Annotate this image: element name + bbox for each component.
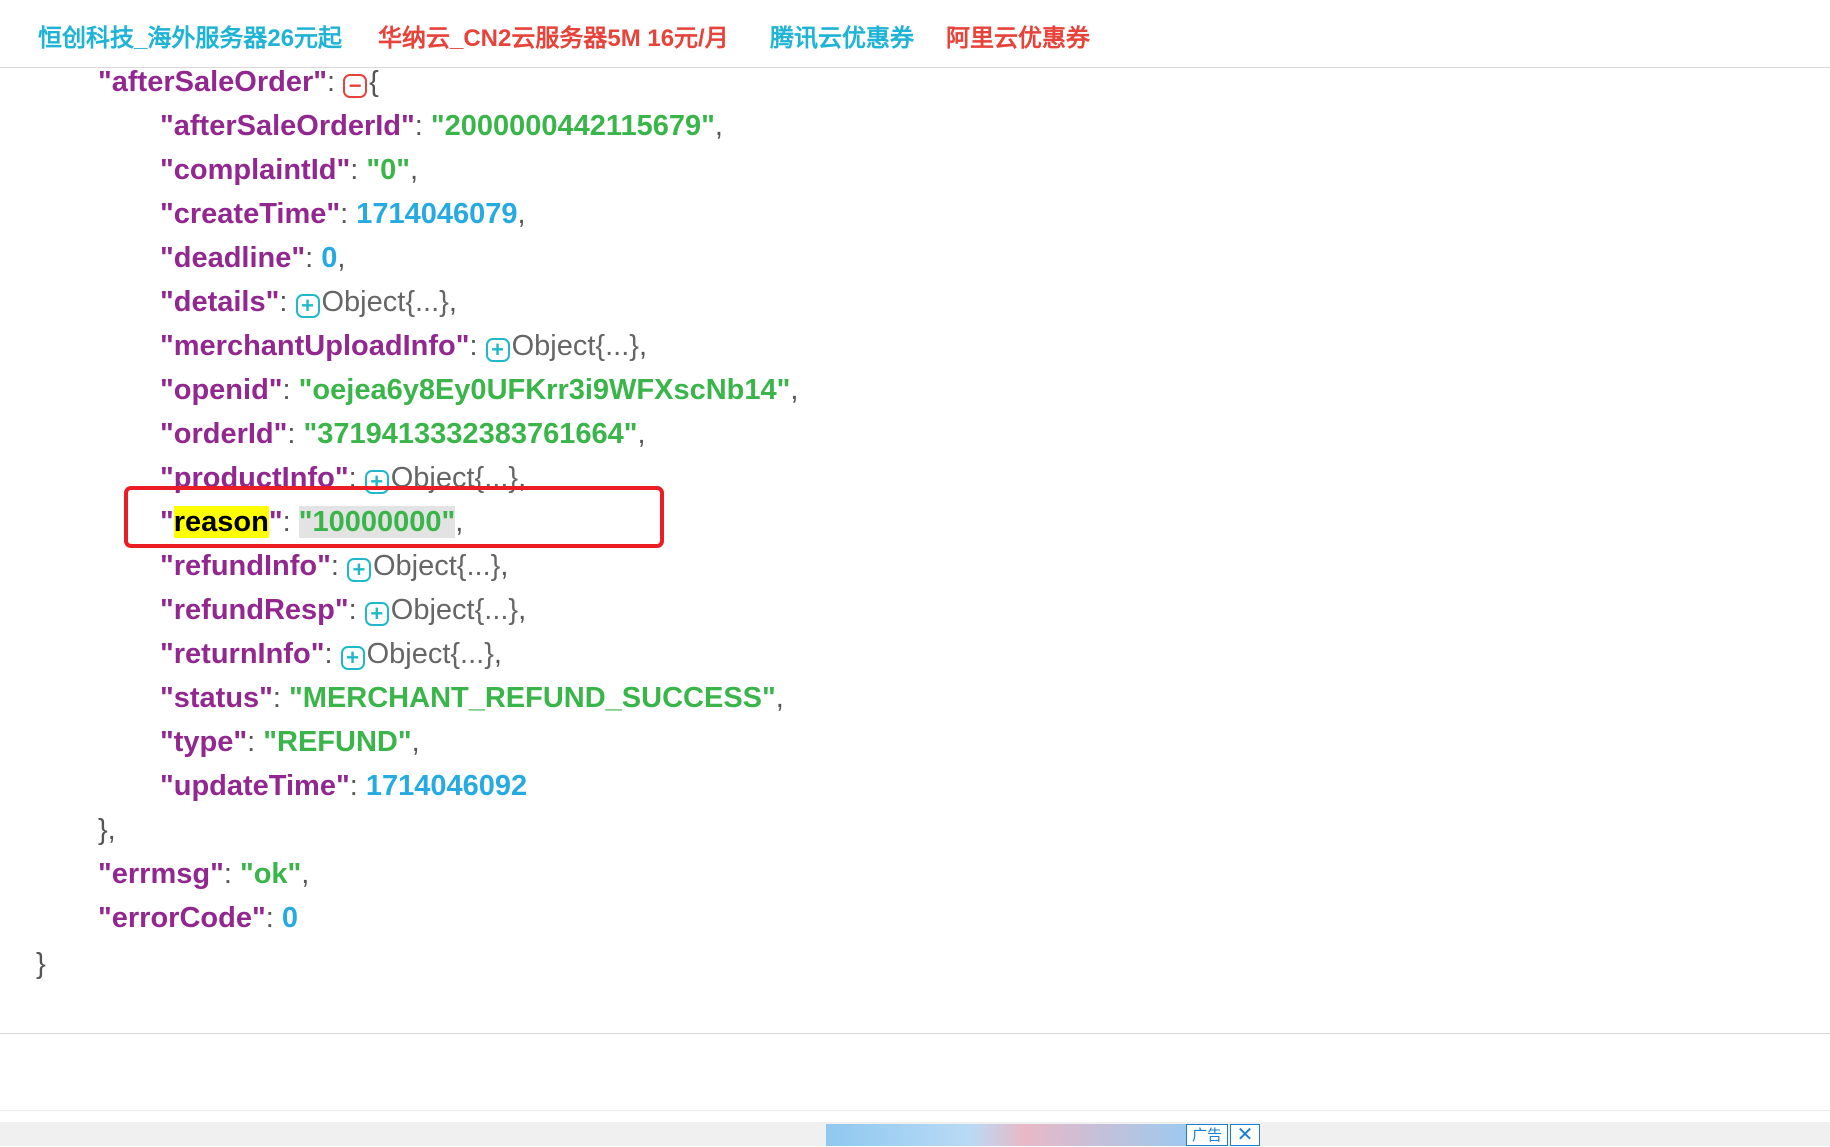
json-line-openid: "openid": "oejea6y8Ey0UFKrr3i9WFXscNb14"… — [160, 374, 799, 406]
json-value: 3719413332383761664 — [317, 418, 624, 450]
json-key: refundResp — [173, 594, 335, 626]
json-line-complaintid: "complaintId": "0", — [160, 154, 419, 186]
json-key: orderId — [173, 418, 274, 450]
json-key: details — [173, 286, 266, 318]
json-collapsed-object[interactable]: Object{...} — [367, 638, 494, 670]
json-line-orderid: "orderId": "3719413332383761664", — [160, 418, 646, 450]
expand-plus-icon[interactable]: + — [485, 338, 510, 362]
expand-plus-icon[interactable]: + — [346, 558, 371, 582]
top-link-tencent-cloud[interactable]: 腾讯云优惠券 — [770, 18, 914, 53]
json-key: openid — [173, 374, 269, 406]
json-line-refundinfo: "refundInfo": + Object{...}, — [160, 550, 509, 582]
json-key: updateTime — [173, 770, 336, 802]
json-collapsed-object[interactable]: Object{...} — [373, 550, 500, 582]
json-value: MERCHANT_REFUND_SUCCESS — [302, 682, 763, 714]
json-line-aftersaleorderid: "afterSaleOrderId": "2000000442115679", — [160, 110, 723, 142]
json-line-merchantuploadinfo: "merchantUploadInfo": + Object{...}, — [160, 330, 648, 362]
expand-plus-icon[interactable]: + — [340, 646, 365, 670]
ad-banner-image[interactable] — [826, 1124, 1188, 1146]
json-collapsed-object[interactable]: Object{...} — [512, 330, 639, 362]
ad-label: 广告 — [1186, 1124, 1228, 1146]
json-line-returninfo: "returnInfo": + Object{...}, — [160, 638, 502, 670]
json-key: afterSaleOrderId — [173, 110, 402, 142]
json-key: status — [173, 682, 260, 714]
json-key: refundInfo — [173, 550, 318, 582]
json-value: 1714046092 — [365, 770, 528, 802]
expand-plus-icon[interactable]: + — [364, 602, 389, 626]
json-key: type — [173, 726, 234, 758]
top-link-huanayun[interactable]: 华纳云_CN2云服务器5M 16元/月 — [378, 18, 729, 53]
divider — [0, 1033, 1830, 1034]
json-key: afterSaleOrder — [111, 66, 314, 98]
json-key: createTime — [173, 198, 327, 230]
json-line-type: "type": "REFUND", — [160, 726, 420, 758]
json-line-deadline: "deadline": 0, — [160, 242, 346, 274]
json-key: errmsg — [111, 858, 211, 890]
top-link-bar: 恒创科技_海外服务器26元起 华纳云_CN2云服务器5M 16元/月 腾讯云优惠… — [0, 0, 1830, 68]
json-key: returnInfo — [173, 638, 311, 670]
json-value: 0 — [380, 154, 397, 186]
json-line-refundresp: "refundResp": + Object{...}, — [160, 594, 527, 626]
json-close-brace: }, — [98, 814, 116, 846]
divider — [0, 1110, 1830, 1111]
json-line-errorcode: "errorCode": 0 — [98, 902, 298, 934]
json-value: 0 — [281, 902, 298, 934]
json-key: merchantUploadInfo — [173, 330, 456, 362]
json-line-status: "status": "MERCHANT_REFUND_SUCCESS", — [160, 682, 784, 714]
json-value: REFUND — [277, 726, 398, 758]
top-link-hengchuang[interactable]: 恒创科技_海外服务器26元起 — [38, 18, 342, 53]
json-root-close-brace: } — [36, 948, 46, 980]
top-link-aliyun[interactable]: 阿里云优惠券 — [946, 18, 1090, 53]
json-line-errmsg: "errmsg": "ok", — [98, 858, 310, 890]
json-value: ok — [253, 858, 288, 890]
json-line-details: "details": + Object{...}, — [160, 286, 457, 318]
collapse-minus-icon[interactable]: − — [343, 74, 368, 98]
json-line-createtime: "createTime": 1714046079, — [160, 198, 526, 230]
expand-plus-icon[interactable]: + — [295, 294, 320, 318]
json-value: 1714046079 — [356, 198, 518, 230]
json-line-aftersaleorder: "afterSaleOrder": −{ — [98, 66, 379, 98]
json-value: 0 — [321, 242, 338, 274]
json-value: 2000000442115679 — [444, 110, 702, 142]
json-line-updatetime: "updateTime": 1714046092 — [160, 770, 528, 802]
json-collapsed-object[interactable]: Object{...} — [391, 594, 518, 626]
highlight-box — [124, 486, 664, 548]
json-collapsed-object[interactable]: Object{...} — [322, 286, 449, 318]
close-icon[interactable]: ✕ — [1230, 1124, 1260, 1146]
json-value: oejea6y8Ey0UFKrr3i9WFXscNb14 — [312, 374, 777, 406]
json-key: deadline — [173, 242, 292, 274]
json-key: complaintId — [173, 154, 337, 186]
json-key: errorCode — [111, 902, 252, 934]
